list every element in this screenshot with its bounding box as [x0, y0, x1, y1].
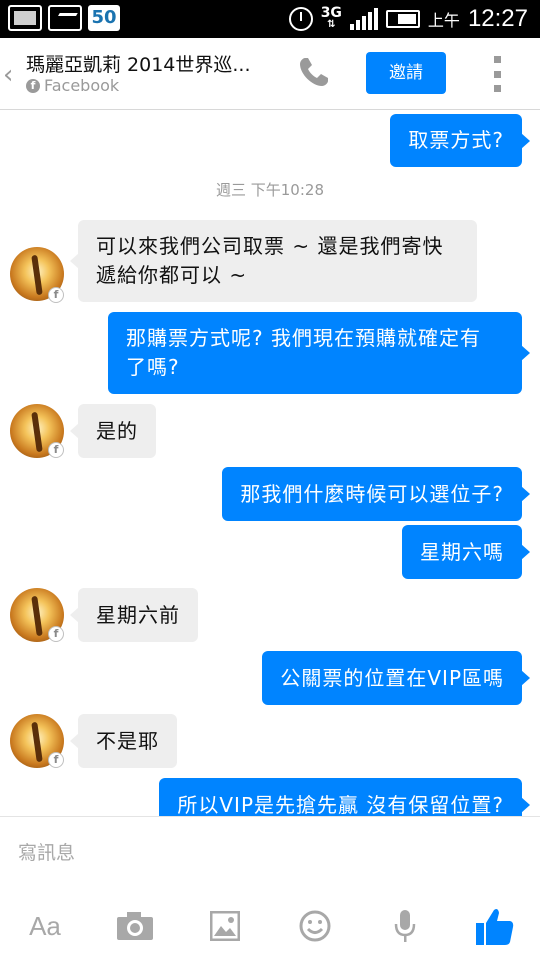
signal-icon — [349, 8, 378, 30]
badge-number: 50 — [88, 5, 120, 31]
network-type-label: 3G — [320, 5, 342, 21]
conversation-title[interactable]: 瑪麗亞凱莉 2014世界巡... — [26, 50, 266, 77]
thumbs-up-icon — [476, 909, 514, 945]
phone-icon[interactable] — [296, 54, 332, 90]
status-bar: 50 3G ⇅ 上午 12:27 — [0, 0, 540, 38]
message-text: 不是耶 — [96, 728, 159, 753]
message-text: 是的 — [96, 418, 138, 443]
emoji-button[interactable] — [291, 899, 339, 953]
composer-toolbar: Aa — [0, 899, 540, 953]
outgoing-message[interactable]: 公關票的位置在VIP區嗎 — [262, 651, 530, 705]
gallery-notification-icon — [8, 5, 42, 31]
facebook-badge-icon: f — [48, 752, 64, 768]
camera-icon — [117, 912, 153, 940]
conversation-subtitle: f Facebook — [26, 76, 119, 95]
messenger-screen: 50 3G ⇅ 上午 12:27 ‹ 瑪麗亞凱莉 2014世界巡... f Fa… — [0, 0, 540, 960]
clock-ampm: 上午 — [427, 11, 460, 30]
timestamp: 週三 下午10:28 — [216, 181, 324, 199]
camera-button[interactable] — [111, 899, 159, 953]
message-text: 公關票的位置在VIP區嗎 — [280, 665, 504, 690]
conversation-source: Facebook — [44, 76, 120, 95]
like-button[interactable] — [471, 899, 519, 953]
message-text-line: 那購票方式呢? 我們現在預購就確定有 — [126, 326, 481, 350]
message-list[interactable]: 取票方式? 週三 下午10:28 可以來我們公司取票 ~ 還是我們寄快 遞給你都… — [0, 111, 540, 816]
message-composer: Aa — [0, 816, 540, 960]
voice-button[interactable] — [381, 899, 429, 953]
invite-button[interactable]: 邀請 — [366, 52, 446, 94]
network-indicator: 3G ⇅ — [320, 5, 342, 30]
message-text: 星期六嗎 — [420, 539, 504, 564]
outgoing-message[interactable]: 所以VIP是先搶先贏 沒有保留位置? — [159, 778, 530, 817]
outgoing-message[interactable]: 星期六嗎 — [402, 525, 530, 579]
emoji-icon — [299, 910, 331, 942]
facebook-badge-icon: f — [48, 626, 64, 642]
incoming-message[interactable]: 可以來我們公司取票 ~ 還是我們寄快 遞給你都可以 ~ — [70, 220, 477, 302]
incoming-message[interactable]: 是的 — [70, 404, 156, 458]
outgoing-message[interactable]: 取票方式? — [390, 114, 530, 167]
incoming-message[interactable]: 不是耶 — [70, 714, 177, 768]
text-format-button[interactable]: Aa — [21, 899, 69, 953]
message-text: 所以VIP是先搶先贏 沒有保留位置? — [177, 792, 504, 817]
message-text: 取票方式? — [408, 128, 504, 152]
message-text: 星期六前 — [96, 602, 180, 627]
gallery-button[interactable] — [201, 899, 249, 953]
message-text-line: 遞給你都可以 ~ — [96, 263, 248, 287]
game-notification-icon — [48, 5, 82, 31]
facebook-icon: f — [26, 78, 40, 93]
incoming-message[interactable]: 星期六前 — [70, 588, 198, 642]
outgoing-message[interactable]: 那購票方式呢? 我們現在預購就確定有 了嗎? — [108, 312, 530, 394]
more-vertical-icon[interactable] — [492, 56, 502, 92]
battery-icon — [385, 10, 420, 28]
facebook-badge-icon: f — [48, 442, 64, 458]
conversation-header: ‹ 瑪麗亞凱莉 2014世界巡... f Facebook 邀請 — [0, 38, 540, 110]
outgoing-message[interactable]: 那我們什麼時候可以選位子? — [222, 467, 530, 521]
chevron-left-icon[interactable]: ‹ — [3, 60, 13, 90]
message-input[interactable] — [18, 837, 518, 869]
message-text-line: 可以來我們公司取票 ~ 還是我們寄快 — [96, 234, 444, 258]
facebook-badge-icon: f — [48, 287, 64, 303]
clock-time: 12:27 — [467, 5, 528, 32]
microphone-icon — [394, 910, 416, 942]
text-format-label: Aa — [29, 910, 61, 941]
message-text-line: 了嗎? — [126, 355, 180, 379]
image-icon — [210, 911, 240, 941]
alarm-icon — [288, 7, 313, 31]
message-text: 那我們什麼時候可以選位子? — [240, 481, 504, 506]
